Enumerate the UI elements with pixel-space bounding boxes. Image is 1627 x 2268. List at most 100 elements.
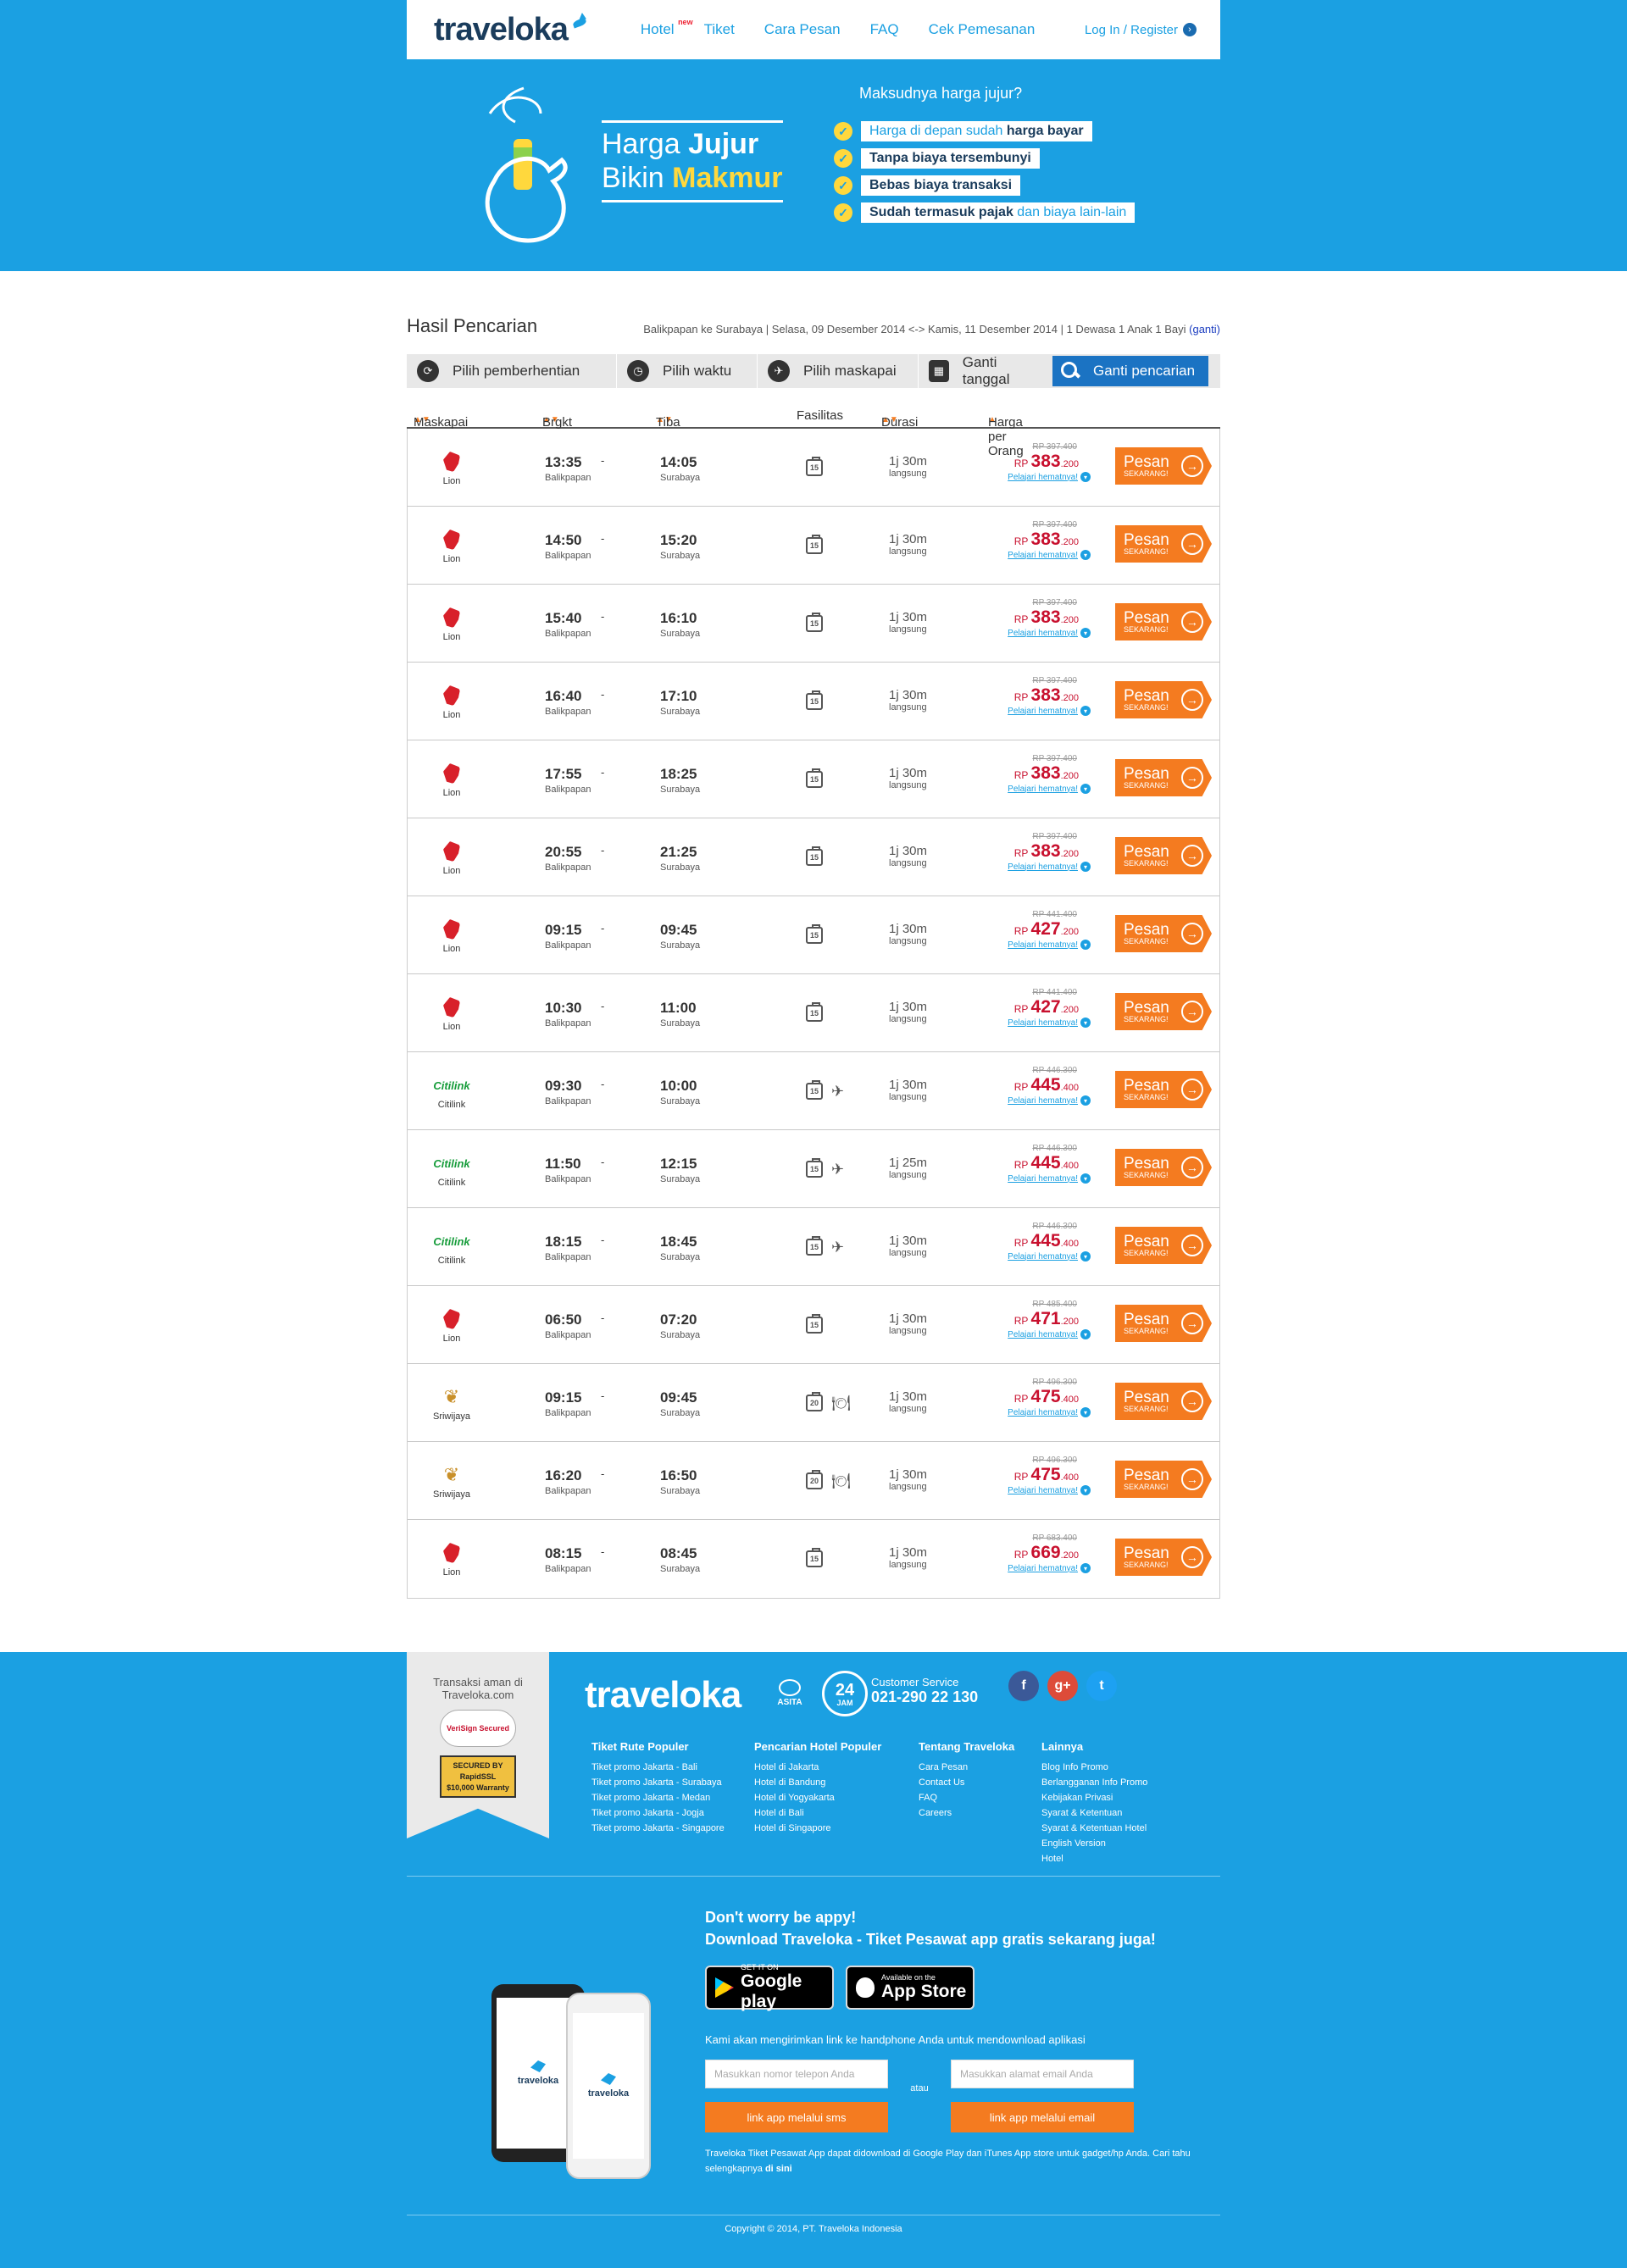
price-cell: RP 496.300 RP 475.400 Pelajari hematnya! ▾ [987, 1456, 1091, 1495]
verisign-seal[interactable]: VeriSign Secured [440, 1710, 516, 1747]
learn-savings-link[interactable]: Pelajari hematnya! ▾ [987, 1095, 1091, 1106]
twitter-icon[interactable]: t [1086, 1671, 1117, 1701]
nav-cek-pemesanan[interactable]: Cek Pemesanan [929, 21, 1036, 38]
footer-link[interactable]: Hotel di Singapore [754, 1821, 902, 1836]
footer-link[interactable]: Syarat & Ketentuan Hotel [1041, 1821, 1177, 1836]
footer-logo[interactable]: traveloka [585, 1674, 741, 1716]
filter-airline[interactable]: ✈ Pilih maskapai [758, 354, 919, 388]
learn-savings-link[interactable]: Pelajari hematnya! ▾ [987, 1563, 1091, 1573]
footer: Transaksi aman di Traveloka.com VeriSign… [0, 1652, 1627, 2268]
nav-tiket[interactable]: Tiket [704, 21, 735, 38]
check-icon: ✓ [834, 122, 852, 141]
departure-time: 15:40 [545, 610, 582, 626]
book-now-button[interactable]: Pesan SEKARANG! → [1115, 993, 1212, 1030]
main-nav: Hotel new Tiket Cara Pesan FAQ Cek Pemesanan [641, 18, 1064, 38]
link-label: Pelajari hematnya! [1008, 550, 1078, 560]
learn-more-link[interactable]: di sini [765, 2164, 792, 2174]
book-now-button[interactable]: Pesan SEKARANG! → [1115, 1305, 1212, 1342]
learn-savings-link[interactable]: Pelajari hematnya! ▾ [987, 1173, 1091, 1184]
learn-savings-link[interactable]: Pelajari hematnya! ▾ [987, 472, 1091, 482]
app-store-button[interactable]: Available on the App Store [846, 1966, 975, 2010]
learn-savings-link[interactable]: Pelajari hematnya! ▾ [987, 1407, 1091, 1417]
learn-savings-link[interactable]: Pelajari hematnya! ▾ [987, 940, 1091, 950]
footer-link[interactable]: Tiket promo Jakarta - Singapore [591, 1821, 737, 1836]
current-price: RP 383.200 [987, 841, 1079, 862]
book-now-button[interactable]: Pesan SEKARANG! → [1115, 525, 1212, 563]
nav-faq[interactable]: FAQ [870, 21, 899, 38]
footer-link[interactable]: Careers [919, 1805, 1025, 1821]
learn-savings-link[interactable]: Pelajari hematnya! ▾ [987, 862, 1091, 872]
footer-link[interactable]: Cara Pesan [919, 1760, 1025, 1775]
footer-link[interactable]: FAQ [919, 1790, 1025, 1805]
filter-time[interactable]: ◷ Pilih waktu [617, 354, 758, 388]
learn-savings-link[interactable]: Pelajari hematnya! ▾ [987, 1485, 1091, 1495]
change-search-button[interactable]: Ganti pencarian [1052, 356, 1208, 386]
send-email-button[interactable]: link app melalui email [951, 2102, 1134, 2132]
footer-link[interactable]: Tiket promo Jakarta - Bali [591, 1760, 737, 1775]
footer-link[interactable]: Kebijakan Privasi [1041, 1790, 1177, 1805]
footer-link[interactable]: English Version [1041, 1836, 1177, 1851]
departure-city: Balikpapan [545, 1018, 591, 1029]
login-register-link[interactable]: Log In / Register › [1085, 23, 1197, 37]
book-now-button[interactable]: Pesan SEKARANG! → [1115, 759, 1212, 796]
learn-savings-link[interactable]: Pelajari hematnya! ▾ [987, 628, 1091, 638]
book-now-button[interactable]: Pesan SEKARANG! → [1115, 603, 1212, 640]
arrival-city: Surabaya [660, 1174, 701, 1184]
duration: 1j 30m [889, 532, 928, 546]
book-now-button[interactable]: Pesan SEKARANG! → [1115, 681, 1212, 718]
book-now-button[interactable]: Pesan SEKARANG! → [1115, 447, 1212, 485]
google-play-button[interactable]: GET IT ON Google play [705, 1963, 834, 2011]
footer-link[interactable]: Tiket promo Jakarta - Medan [591, 1790, 737, 1805]
google-plus-icon[interactable]: g+ [1047, 1671, 1078, 1701]
traveloka-logo[interactable]: traveloka [434, 12, 591, 48]
facebook-icon[interactable]: f [1008, 1671, 1039, 1701]
arrow-right-icon: → [1180, 1312, 1203, 1334]
book-now-button[interactable]: Pesan SEKARANG! → [1115, 1539, 1212, 1576]
footer-link[interactable]: Hotel di Bandung [754, 1775, 902, 1790]
footer-link[interactable]: Blog Info Promo [1041, 1760, 1177, 1775]
book-now-button[interactable]: Pesan SEKARANG! → [1115, 1383, 1212, 1420]
footer-link[interactable]: Berlangganan Info Promo [1041, 1775, 1177, 1790]
footer-link[interactable]: Hotel di Jakarta [754, 1760, 902, 1775]
book-sub: SEKARANG! [1124, 1560, 1169, 1569]
book-now-button[interactable]: Pesan SEKARANG! → [1115, 1461, 1212, 1498]
learn-savings-link[interactable]: Pelajari hematnya! ▾ [987, 1018, 1091, 1028]
footer-link[interactable]: Tiket promo Jakarta - Jogja [591, 1805, 737, 1821]
book-now-button[interactable]: Pesan SEKARANG! → [1115, 915, 1212, 952]
lion-air-icon [443, 607, 460, 628]
footer-link[interactable]: Syarat & Ketentuan [1041, 1805, 1177, 1821]
footer-link[interactable]: Contact Us [919, 1775, 1025, 1790]
footer-link[interactable]: Hotel [1041, 1851, 1177, 1866]
book-now-button[interactable]: Pesan SEKARANG! → [1115, 1149, 1212, 1186]
learn-savings-link[interactable]: Pelajari hematnya! ▾ [987, 550, 1091, 560]
screen-logo: traveloka [587, 2088, 630, 2099]
phone-number-input[interactable]: Masukkan nomor telepon Anda [705, 2060, 888, 2088]
chevron-down-icon: ▾ [1080, 784, 1091, 794]
learn-savings-link[interactable]: Pelajari hematnya! ▾ [987, 706, 1091, 716]
current-price: RP 445.400 [987, 1153, 1079, 1173]
change-search-link[interactable]: (ganti) [1189, 323, 1220, 335]
chevron-down-icon: ▾ [1080, 1173, 1091, 1184]
email-input[interactable]: Masukkan alamat email Anda [951, 2060, 1134, 2088]
learn-savings-link[interactable]: Pelajari hematnya! ▾ [987, 1329, 1091, 1339]
book-now-button[interactable]: Pesan SEKARANG! → [1115, 837, 1212, 874]
book-now-button[interactable]: Pesan SEKARANG! → [1115, 1071, 1212, 1108]
footer-link[interactable]: Hotel di Bali [754, 1805, 902, 1821]
rapidssl-seal[interactable]: SECURED BY RapidSSL $10,000 Warranty [440, 1755, 516, 1798]
book-main: Pesan [1124, 1466, 1169, 1484]
learn-savings-link[interactable]: Pelajari hematnya! ▾ [987, 784, 1091, 794]
departure-cell: 16:20 Balikpapan [545, 1467, 591, 1496]
footer-link[interactable]: Hotel di Yogyakarta [754, 1790, 902, 1805]
app-link-forms: Masukkan nomor telepon Anda link app mel… [705, 2060, 1222, 2132]
learn-savings-link[interactable]: Pelajari hematnya! ▾ [987, 1251, 1091, 1262]
change-date[interactable]: ▦ Ganti tanggal [919, 354, 1051, 388]
nav-cara-pesan[interactable]: Cara Pesan [764, 21, 841, 38]
price-cell: RP 441.400 RP 427.200 Pelajari hematnya! ▾ [987, 910, 1091, 950]
filter-stops[interactable]: ⟳ Pilih pemberhentian [407, 354, 617, 388]
footer-link[interactable]: Tiket promo Jakarta - Surabaya [591, 1775, 737, 1790]
original-price: RP 397.400 [1032, 676, 1077, 685]
book-label: Pesan SEKARANG! [1124, 1000, 1169, 1023]
book-now-button[interactable]: Pesan SEKARANG! → [1115, 1227, 1212, 1264]
send-sms-button[interactable]: link app melalui sms [705, 2102, 888, 2132]
nav-hotel[interactable]: Hotel new [641, 18, 693, 38]
